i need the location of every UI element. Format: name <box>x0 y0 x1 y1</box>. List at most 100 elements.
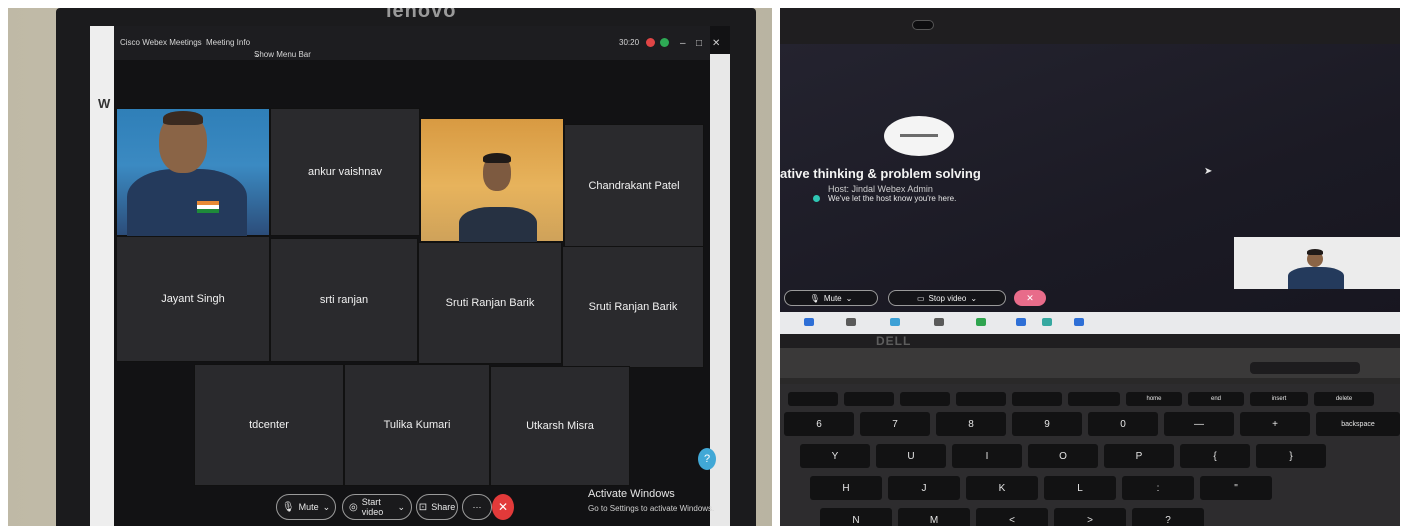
participant-name: Tulika Kumari <box>383 419 451 431</box>
keyboard-key-o[interactable]: O <box>1028 444 1098 468</box>
participant-tile[interactable]: Utkarsh Misra <box>490 366 630 486</box>
video-camera-icon: ▭ <box>916 293 925 303</box>
chevron-down-icon: ⌄ <box>845 293 853 303</box>
more-icon: ⋯ <box>472 501 482 512</box>
meeting-controls-bar: 🎙 Mute ⌄ ◎ Start video ⌄ ⊡ Share ⋯ ✕ <box>240 494 540 522</box>
video-camera-icon: ◎ <box>349 501 358 513</box>
background-browser-window: W <box>90 26 114 526</box>
taskbar-icon[interactable] <box>976 318 986 326</box>
app-title: Cisco Webex Meetings <box>120 38 202 47</box>
participant-tile[interactable]: ankur vaishnav <box>270 108 420 236</box>
keyboard-key-6[interactable]: 6 <box>784 412 854 436</box>
participant-tile-video-2[interactable] <box>420 118 564 247</box>
help-icon: ? <box>703 453 711 465</box>
taskbar-icon[interactable] <box>846 318 856 326</box>
keyboard-key-end[interactable]: end <box>1188 392 1244 406</box>
participant-tile[interactable]: srti ranjan <box>270 238 418 362</box>
keyboard-key[interactable] <box>900 392 950 406</box>
keyboard-key-backspace[interactable]: backspace <box>1316 412 1400 436</box>
activate-windows-title: Activate Windows <box>588 488 675 500</box>
participant-tile[interactable]: Sruti Ranjan Barik <box>418 242 562 364</box>
meeting-host: Host: Jindal Webex Admin <box>828 184 933 194</box>
participant-tile[interactable]: Tulika Kumari <box>344 364 490 486</box>
start-video-button[interactable]: ◎ Start video ⌄ <box>342 494 412 520</box>
keyboard-key[interactable] <box>1068 392 1120 406</box>
keyboard-key-insert[interactable]: insert <box>1250 392 1308 406</box>
participant-name: Chandrakant Patel <box>588 180 680 192</box>
keyboard-key-h[interactable]: H <box>810 476 882 500</box>
mute-button[interactable]: 🎙 Mute ⌄ <box>784 290 878 306</box>
mute-label: Mute <box>823 293 842 303</box>
keyboard-key-9[interactable]: 9 <box>1012 412 1082 436</box>
webcam-icon <box>912 20 934 30</box>
mute-button[interactable]: 🎙 Mute ⌄ <box>276 494 336 520</box>
participant-tile[interactable]: Sruti Ranjan Barik <box>562 246 704 368</box>
keyboard-key[interactable] <box>956 392 1006 406</box>
mouse-pointer-icon: ➤ <box>1204 166 1213 177</box>
keyboard-key-home[interactable]: home <box>1126 392 1182 406</box>
leave-button[interactable]: ✕ <box>1014 290 1046 306</box>
participant-tile[interactable]: Chandrakant Patel <box>564 124 704 248</box>
dell-brand-logo: DELL <box>876 334 912 348</box>
keyboard-key[interactable] <box>844 392 894 406</box>
chevron-down-icon: ⌄ <box>322 501 331 512</box>
show-menu-bar-label: Show Menu Bar <box>254 50 311 59</box>
keyboard-key-open-brace[interactable]: { <box>1180 444 1250 468</box>
keyboard-key-delete[interactable]: delete <box>1314 392 1374 406</box>
microphone-icon: 🎙 <box>281 501 295 513</box>
keyboard-key-p[interactable]: P <box>1104 444 1174 468</box>
participant-tile[interactable]: Jayant Singh <box>116 236 270 362</box>
more-options-button[interactable]: ⋯ <box>462 494 492 520</box>
taskbar-icon[interactable] <box>1016 318 1026 326</box>
keyboard-key-quote[interactable]: " <box>1200 476 1272 500</box>
participant-tile[interactable]: tdcenter <box>194 364 344 486</box>
share-button[interactable]: ⊡ Share <box>416 494 458 520</box>
share-icon: ⊡ <box>418 501 428 513</box>
browser-letter: W <box>98 96 111 111</box>
start-video-label: Start video <box>361 497 384 517</box>
microphone-icon: 🎙 <box>809 293 820 303</box>
help-button[interactable]: ? <box>698 448 716 470</box>
right-photo-dell-laptop: ative thinking & problem solving Host: J… <box>780 8 1400 526</box>
taskbar-icon[interactable] <box>934 318 944 326</box>
keyboard-key-greater-than[interactable]: > <box>1054 508 1126 526</box>
keyboard-key-close-brace[interactable]: } <box>1256 444 1326 468</box>
keyboard-key[interactable] <box>1012 392 1062 406</box>
close-icon[interactable]: ✕ <box>712 38 720 49</box>
participant-tile-video-1[interactable] <box>116 108 270 239</box>
taskbar-icon[interactable] <box>1074 318 1084 326</box>
end-meeting-button[interactable]: ✕ <box>492 494 514 520</box>
keyboard-key-m[interactable]: M <box>898 508 970 526</box>
keyboard-key-l[interactable]: L <box>1044 476 1116 500</box>
chevron-down-icon: ⌄ <box>254 50 261 59</box>
chevron-down-icon: ⌄ <box>970 293 978 303</box>
keyboard-key-0[interactable]: 0 <box>1088 412 1158 436</box>
self-view-video[interactable] <box>1234 237 1400 289</box>
keyboard-key-u[interactable]: U <box>876 444 946 468</box>
lenovo-brand-logo: lenovo <box>386 8 457 22</box>
keyboard-key-j[interactable]: J <box>888 476 960 500</box>
keyboard-key-7[interactable]: 7 <box>860 412 930 436</box>
keyboard-key-less-than[interactable]: < <box>976 508 1048 526</box>
keyboard-key-minus[interactable]: — <box>1164 412 1234 436</box>
taskbar-icon[interactable] <box>804 318 814 326</box>
taskbar-icon[interactable] <box>1042 318 1052 326</box>
chevron-down-icon: ⌄ <box>397 501 405 512</box>
keyboard-key-plus[interactable]: + <box>1240 412 1310 436</box>
keyboard-key-i[interactable]: I <box>952 444 1022 468</box>
minimize-icon[interactable]: – <box>680 38 686 49</box>
laptop-lid: ative thinking & problem solving Host: J… <box>780 8 1400 348</box>
maximize-icon[interactable]: □ <box>696 38 702 49</box>
meeting-info-link[interactable]: Meeting Info <box>206 38 250 47</box>
participant-name: Sruti Ranjan Barik <box>445 297 535 309</box>
keyboard-key-y[interactable]: Y <box>800 444 870 468</box>
keyboard-key-k[interactable]: K <box>966 476 1038 500</box>
keyboard-key-n[interactable]: N <box>820 508 892 526</box>
keyboard-key-8[interactable]: 8 <box>936 412 1006 436</box>
keyboard-key-colon[interactable]: : <box>1122 476 1194 500</box>
status-dot-icon <box>813 195 820 202</box>
taskbar-icon[interactable] <box>890 318 900 326</box>
stop-video-button[interactable]: ▭ Stop video ⌄ <box>888 290 1006 306</box>
keyboard-key[interactable] <box>788 392 838 406</box>
keyboard-key-question[interactable]: ? <box>1132 508 1204 526</box>
